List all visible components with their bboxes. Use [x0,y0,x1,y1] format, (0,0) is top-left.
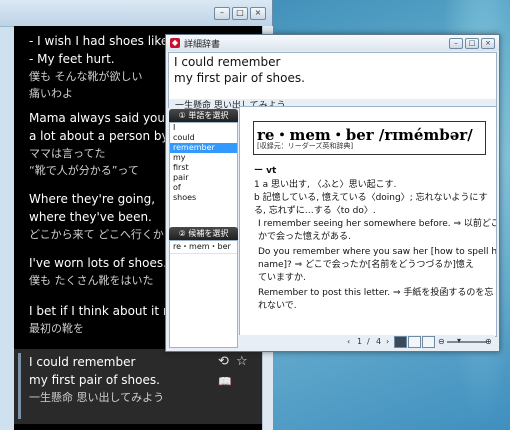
candidate-panel-header: ② 候補を選択 [169,227,238,240]
window-title: 詳細辞書 [184,40,221,50]
maximize-button[interactable]: □ [232,7,248,20]
example-line: Remember to post this letter. ⇒ 手紙を投函するの… [258,288,494,298]
status-bar: ‹ 1 / 4 › ⊖ ▾ ⊕ [239,335,495,349]
word-item[interactable]: of [170,183,237,193]
word-list[interactable]: I could remember my first pair of shoes [169,122,238,234]
lyric-en-text: Where they're going, [29,192,156,206]
page-total: 4 [376,337,382,346]
example-line: かで会った憶えがある. [258,232,351,242]
definition-line: 1 a 思い出す, 〈ふと〉思い起こす. [254,180,397,190]
source-sentence-line: my first pair of shoes. [174,71,305,85]
dictionary-window: ◆ 詳細辞書 – □ × I could remember my first p… [165,34,500,352]
view-single-button[interactable] [394,336,407,348]
word-panel-header: ① 単語を選択 [169,109,238,122]
current-line-indicator [18,353,21,419]
definition-line: b 記憶している, 憶えている〈doing〉; 忘れないようにす [254,193,488,203]
page-separator: / [367,337,370,346]
source-sentence-line: I could remember [174,55,281,69]
candidate-item[interactable]: re・mem・ber [170,241,237,254]
example-line: name]? ⇒ どこで会ったか[名前をどうつづるか]憶え [258,260,474,270]
example-line: ていますか. [258,273,306,283]
zoom-in-icon[interactable]: ⊕ [485,336,492,348]
dictionary-entry: re・mem・ber /rɪmémbər/ [収録元：リーダーズ英和辞典] ー … [239,106,497,337]
dictionary-titlebar: ◆ 詳細辞書 – □ × [166,35,499,51]
close-button[interactable]: × [250,7,266,20]
zoom-thumb[interactable]: ▾ [457,335,461,347]
lyric-jp-text: 最初の靴を [29,322,84,335]
minimize-button[interactable]: – [214,7,230,20]
close-button[interactable]: × [481,38,495,49]
view-grid-button[interactable] [422,336,435,348]
word-item[interactable]: shoes [170,193,237,203]
lyric-jp-text: 僕も たくさん靴をはいた [29,274,154,287]
prev-page-button[interactable]: ‹ [347,336,350,348]
definition-line: る, 忘れずに…する〈to do〉. [254,206,376,216]
dictionary-icon[interactable]: 📖 [218,374,232,390]
word-item-selected[interactable]: remember [170,143,237,153]
headword-source: [収録元：リーダーズ英和辞典] [257,142,354,150]
word-item[interactable]: my [170,153,237,163]
lyric-en-text: I've worn lots of shoes. [29,256,167,270]
next-page-button[interactable]: › [386,336,389,348]
view-double-button[interactable] [408,336,421,348]
lyric-line[interactable]: I bet if I think about it real 最初の靴を [29,302,186,337]
current-lyric-en-text: I could remember [29,355,136,369]
example-line: I remember seeing her somewhere before. … [258,219,497,229]
maximize-button[interactable]: □ [465,38,479,49]
replay-icon[interactable]: ⟲ [218,354,229,370]
lyric-line[interactable]: I've worn lots of shoes. 僕も たくさん靴をはいた [29,254,167,289]
current-lyric-en-text: my first pair of shoes. [29,373,160,387]
word-item[interactable]: first [170,163,237,173]
page-current: 1 [357,337,363,346]
star-icon[interactable]: ☆ [236,354,248,370]
minimize-button[interactable]: – [449,38,463,49]
example-line: れないで. [258,301,297,311]
word-item[interactable]: pair [170,173,237,183]
headword-box: re・mem・ber /rɪmémbər/ [収録元：リーダーズ英和辞典] [253,121,486,155]
example-line: Do you remember where you saw her [how t… [258,247,497,257]
lyric-jp-text: どこから来て どこへ行くか [29,228,164,241]
lyric-en-text: I bet if I think about it real [29,304,186,318]
zoom-out-icon[interactable]: ⊖ [438,336,445,348]
candidate-list[interactable]: re・mem・ber [169,240,238,348]
current-lyric-line[interactable]: I could remember my first pair of shoes.… [14,349,266,424]
app-logo-icon: ◆ [170,38,180,48]
lyric-line[interactable]: Where they're going, where they've been.… [29,190,164,243]
word-item[interactable]: could [170,133,237,143]
lyrics-titlebar: – □ × [0,0,272,27]
part-of-speech: ー vt [254,166,277,176]
word-item[interactable]: I [170,123,237,133]
zoom-slider[interactable] [447,341,487,343]
lyric-en-text: where they've been. [29,210,152,224]
source-sentence-box: I could remember my first pair of shoes.… [168,52,497,113]
current-lyric-jp-text: 一生懸命 思い出してみよう [29,391,165,404]
